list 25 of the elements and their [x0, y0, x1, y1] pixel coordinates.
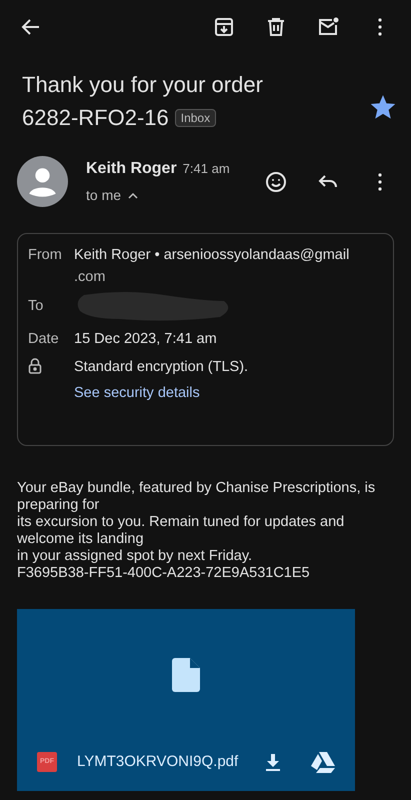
field-label: Date — [28, 331, 59, 347]
email-subject: 6282-RFO2-16 — [22, 104, 169, 132]
sender-address: .com — [74, 268, 106, 287]
field-label: To — [28, 298, 44, 314]
security-details-link[interactable]: See security details — [74, 385, 200, 401]
download-icon[interactable] — [263, 752, 283, 772]
field-label: From — [28, 247, 62, 263]
attachment-filename: LYMT3OKRVONI9Q.pdf — [77, 752, 240, 772]
file-icon — [172, 658, 200, 692]
sender-address: Keith Roger • arsenioossyolandaas@gmail — [74, 246, 350, 265]
sender-name: Keith Roger — [86, 159, 177, 179]
email-subject: Thank you for your order — [22, 71, 264, 99]
lock-icon — [28, 358, 42, 374]
recipient-text: to me — [86, 186, 122, 205]
body-text: in your assigned spot by next Friday. — [17, 548, 254, 565]
drive-icon[interactable] — [311, 751, 335, 773]
sent-time: 7:41 am — [182, 160, 230, 178]
star-icon[interactable] — [371, 95, 395, 119]
emoji-icon[interactable] — [264, 170, 288, 194]
body-text: F3695B38-FF51-400C-A223-72E9A531C1E5 — [17, 565, 311, 582]
inbox-label[interactable]: Inbox — [174, 108, 216, 126]
encryption-text: Standard encryption (TLS). — [74, 358, 250, 377]
avatar-icon[interactable] — [17, 156, 68, 207]
date-value: 15 Dec 2023, 7:41 am — [74, 330, 218, 349]
archive-icon[interactable] — [212, 15, 236, 39]
